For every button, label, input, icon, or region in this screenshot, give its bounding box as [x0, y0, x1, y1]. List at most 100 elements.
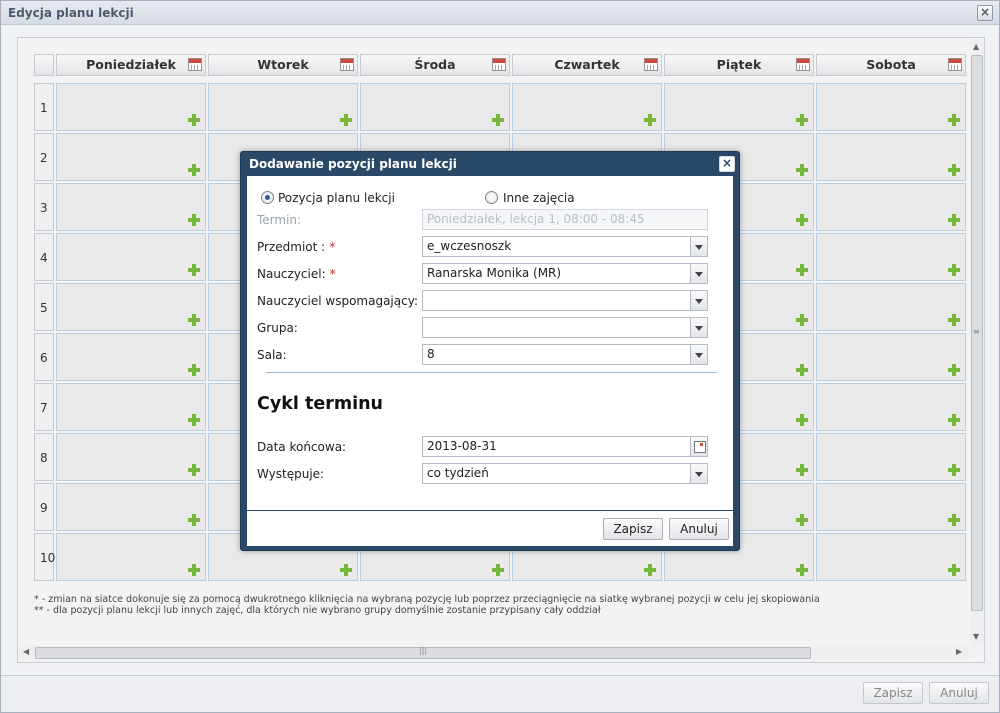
footer-cancel-button[interactable]: Anuluj: [929, 682, 989, 704]
group-select[interactable]: [422, 317, 708, 338]
add-plus-icon[interactable]: [948, 264, 960, 276]
add-plus-icon[interactable]: [188, 264, 200, 276]
add-plus-icon[interactable]: [492, 114, 504, 126]
footer-save-button[interactable]: Zapisz: [863, 682, 923, 704]
horizontal-scrollbar[interactable]: ◀ ||| ▶: [19, 646, 969, 660]
timetable-cell[interactable]: [360, 83, 510, 131]
add-plus-icon[interactable]: [948, 214, 960, 226]
add-plus-icon[interactable]: [948, 364, 960, 376]
dialog-save-button[interactable]: Zapisz: [603, 518, 663, 540]
chevron-down-icon[interactable]: [690, 317, 708, 338]
calendar-icon[interactable]: [188, 58, 202, 71]
timetable-cell[interactable]: [816, 533, 966, 581]
scroll-up-icon[interactable]: ▲: [973, 42, 979, 51]
timetable-cell[interactable]: [56, 533, 206, 581]
timetable-cell[interactable]: [56, 383, 206, 431]
term-field: Poniedziałek, lekcja 1, 08:00 - 08:45: [422, 209, 708, 230]
timetable-cell[interactable]: [56, 483, 206, 531]
timetable-cell[interactable]: [816, 383, 966, 431]
add-plus-icon[interactable]: [796, 464, 808, 476]
timetable-cell[interactable]: [816, 283, 966, 331]
timetable-cell[interactable]: [56, 433, 206, 481]
radio-lesson-position[interactable]: [261, 191, 274, 204]
subject-select[interactable]: e_wczesnoszk: [422, 236, 708, 257]
timetable-cell[interactable]: [56, 133, 206, 181]
add-plus-icon[interactable]: [644, 114, 656, 126]
occurs-select[interactable]: co tydzień: [422, 463, 708, 484]
add-plus-icon[interactable]: [644, 564, 656, 576]
end-date-input[interactable]: 2013-08-31: [422, 436, 708, 457]
add-plus-icon[interactable]: [948, 564, 960, 576]
add-plus-icon[interactable]: [188, 464, 200, 476]
add-plus-icon[interactable]: [948, 114, 960, 126]
timetable-cell[interactable]: [56, 233, 206, 281]
add-plus-icon[interactable]: [188, 514, 200, 526]
add-plus-icon[interactable]: [948, 514, 960, 526]
add-plus-icon[interactable]: [188, 564, 200, 576]
calendar-icon[interactable]: [340, 58, 354, 71]
timetable-cell[interactable]: [816, 433, 966, 481]
chevron-down-icon[interactable]: [690, 290, 708, 311]
timetable-cell[interactable]: [56, 83, 206, 131]
add-plus-icon[interactable]: [188, 164, 200, 176]
timetable-cell[interactable]: [56, 183, 206, 231]
teacher-select[interactable]: Ranarska Monika (MR): [422, 263, 708, 284]
timetable-cell[interactable]: [816, 333, 966, 381]
occurs-value: co tydzień: [427, 466, 489, 480]
add-plus-icon[interactable]: [796, 214, 808, 226]
radio-other-activities[interactable]: [485, 191, 498, 204]
add-plus-icon[interactable]: [796, 414, 808, 426]
scroll-right-icon[interactable]: ▶: [956, 647, 962, 656]
add-plus-icon[interactable]: [796, 564, 808, 576]
timetable-cell[interactable]: [56, 283, 206, 331]
calendar-icon[interactable]: [796, 58, 810, 71]
subject-label: Przedmiot : *: [257, 240, 336, 254]
add-plus-icon[interactable]: [340, 114, 352, 126]
dialog-close-icon[interactable]: ×: [719, 156, 735, 172]
window-close-icon[interactable]: ×: [977, 5, 993, 21]
add-plus-icon[interactable]: [948, 464, 960, 476]
scroll-left-icon[interactable]: ◀: [23, 647, 29, 656]
add-plus-icon[interactable]: [796, 264, 808, 276]
timetable-cell[interactable]: [816, 133, 966, 181]
add-plus-icon[interactable]: [796, 114, 808, 126]
add-plus-icon[interactable]: [948, 314, 960, 326]
chevron-down-icon[interactable]: [690, 344, 708, 365]
chevron-down-icon[interactable]: [690, 236, 708, 257]
add-plus-icon[interactable]: [188, 364, 200, 376]
vertical-scrollbar[interactable]: ▲ ≡ ▼: [970, 39, 984, 646]
timetable-cell[interactable]: [816, 233, 966, 281]
calendar-icon[interactable]: [644, 58, 658, 71]
timetable-cell[interactable]: [816, 83, 966, 131]
add-plus-icon[interactable]: [796, 314, 808, 326]
calendar-icon[interactable]: [948, 58, 962, 71]
room-select[interactable]: 8: [422, 344, 708, 365]
chevron-down-icon[interactable]: [690, 263, 708, 284]
timetable-cell[interactable]: [664, 83, 814, 131]
calendar-icon[interactable]: [492, 58, 506, 71]
add-plus-icon[interactable]: [340, 564, 352, 576]
add-plus-icon[interactable]: [188, 214, 200, 226]
calendar-icon[interactable]: [690, 436, 708, 457]
add-plus-icon[interactable]: [948, 414, 960, 426]
add-plus-icon[interactable]: [796, 514, 808, 526]
add-plus-icon[interactable]: [188, 314, 200, 326]
timetable-cell[interactable]: [816, 183, 966, 231]
dialog-cancel-button[interactable]: Anuluj: [669, 518, 729, 540]
add-plus-icon[interactable]: [796, 164, 808, 176]
timetable-cell[interactable]: [208, 83, 358, 131]
assistant-teacher-select[interactable]: [422, 290, 708, 311]
scroll-down-icon[interactable]: ▼: [973, 632, 979, 641]
timetable-cell[interactable]: [512, 83, 662, 131]
chevron-down-icon[interactable]: [690, 463, 708, 484]
timetable-cell[interactable]: [56, 333, 206, 381]
add-plus-icon[interactable]: [188, 114, 200, 126]
add-plus-icon[interactable]: [188, 414, 200, 426]
radio-lesson-label[interactable]: Pozycja planu lekcji: [278, 191, 395, 205]
timetable-cell[interactable]: [816, 483, 966, 531]
add-plus-icon[interactable]: [948, 164, 960, 176]
radio-other-label[interactable]: Inne zajęcia: [503, 191, 575, 205]
add-plus-icon[interactable]: [492, 564, 504, 576]
term-label: Termin:: [257, 213, 302, 227]
add-plus-icon[interactable]: [796, 364, 808, 376]
